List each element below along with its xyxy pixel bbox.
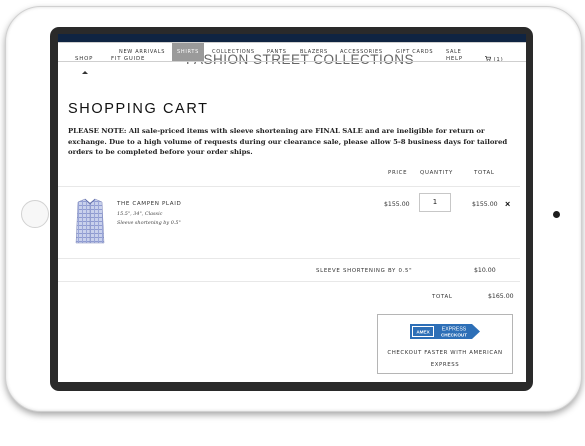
total-amount: $165.00: [488, 293, 514, 300]
home-button[interactable]: [21, 200, 49, 228]
remove-item-icon[interactable]: ×: [505, 199, 510, 209]
cart-content: SHOPPING CART PLEASE NOTE: All sale-pric…: [68, 101, 518, 156]
top-brand-bar: [58, 34, 526, 42]
page-title: SHOPPING CART: [68, 101, 209, 117]
item-total: $155.00: [472, 201, 498, 208]
subnav-shirts[interactable]: SHIRTS: [172, 43, 204, 61]
row-divider: [58, 258, 520, 259]
amex-express-checkout[interactable]: AMEX EXPRESS CHECKOUT CHECKOUT FASTER WI…: [377, 314, 513, 374]
row-divider: [58, 186, 520, 187]
surcharge-label: SLEEVE SHORTENING BY 0.5": [316, 268, 413, 274]
surcharge-amount: $10.00: [474, 267, 496, 274]
total-label: TOTAL: [432, 294, 453, 300]
camera-icon: [553, 211, 560, 218]
column-total: TOTAL: [474, 170, 495, 176]
badge-checkout-text: CHECKOUT: [441, 332, 467, 337]
item-alteration: Sleeve shortening by 0.5": [117, 220, 181, 226]
product-image[interactable]: [74, 197, 106, 245]
item-size: 15.5", 34", Classic: [117, 211, 163, 217]
sale-notice: PLEASE NOTE: All sale-priced items with …: [68, 127, 508, 156]
category-nav: NEW ARRIVALS SHIRTS COLLECTIONS PANTS BL…: [58, 42, 526, 62]
amex-checkout-text: CHECKOUT FASTER WITH AMERICAN EXPRESS: [387, 350, 503, 368]
column-quantity: QUANTITY: [420, 170, 453, 176]
subnav-new-arrivals[interactable]: NEW ARRIVALS: [119, 43, 165, 61]
shop-caret-icon: [82, 71, 88, 74]
subnav-pants[interactable]: PANTS: [267, 43, 287, 61]
amex-logo-text: AMEX: [416, 330, 430, 335]
subnav-gift-cards[interactable]: GIFT CARDS: [396, 43, 433, 61]
subnav-blazers[interactable]: BLAZERS: [300, 43, 328, 61]
column-price: PRICE: [388, 170, 408, 176]
item-name[interactable]: THE CAMPEN PLAID: [117, 201, 181, 207]
row-divider: [58, 281, 520, 282]
subnav-collections[interactable]: COLLECTIONS: [212, 43, 255, 61]
amex-express-checkout-button[interactable]: AMEX EXPRESS CHECKOUT: [410, 324, 480, 339]
subnav-sale[interactable]: SALE: [446, 43, 461, 61]
quantity-input[interactable]: 1: [419, 193, 451, 212]
item-price: $155.00: [384, 201, 410, 208]
subnav-accessories[interactable]: ACCESSORIES: [340, 43, 383, 61]
